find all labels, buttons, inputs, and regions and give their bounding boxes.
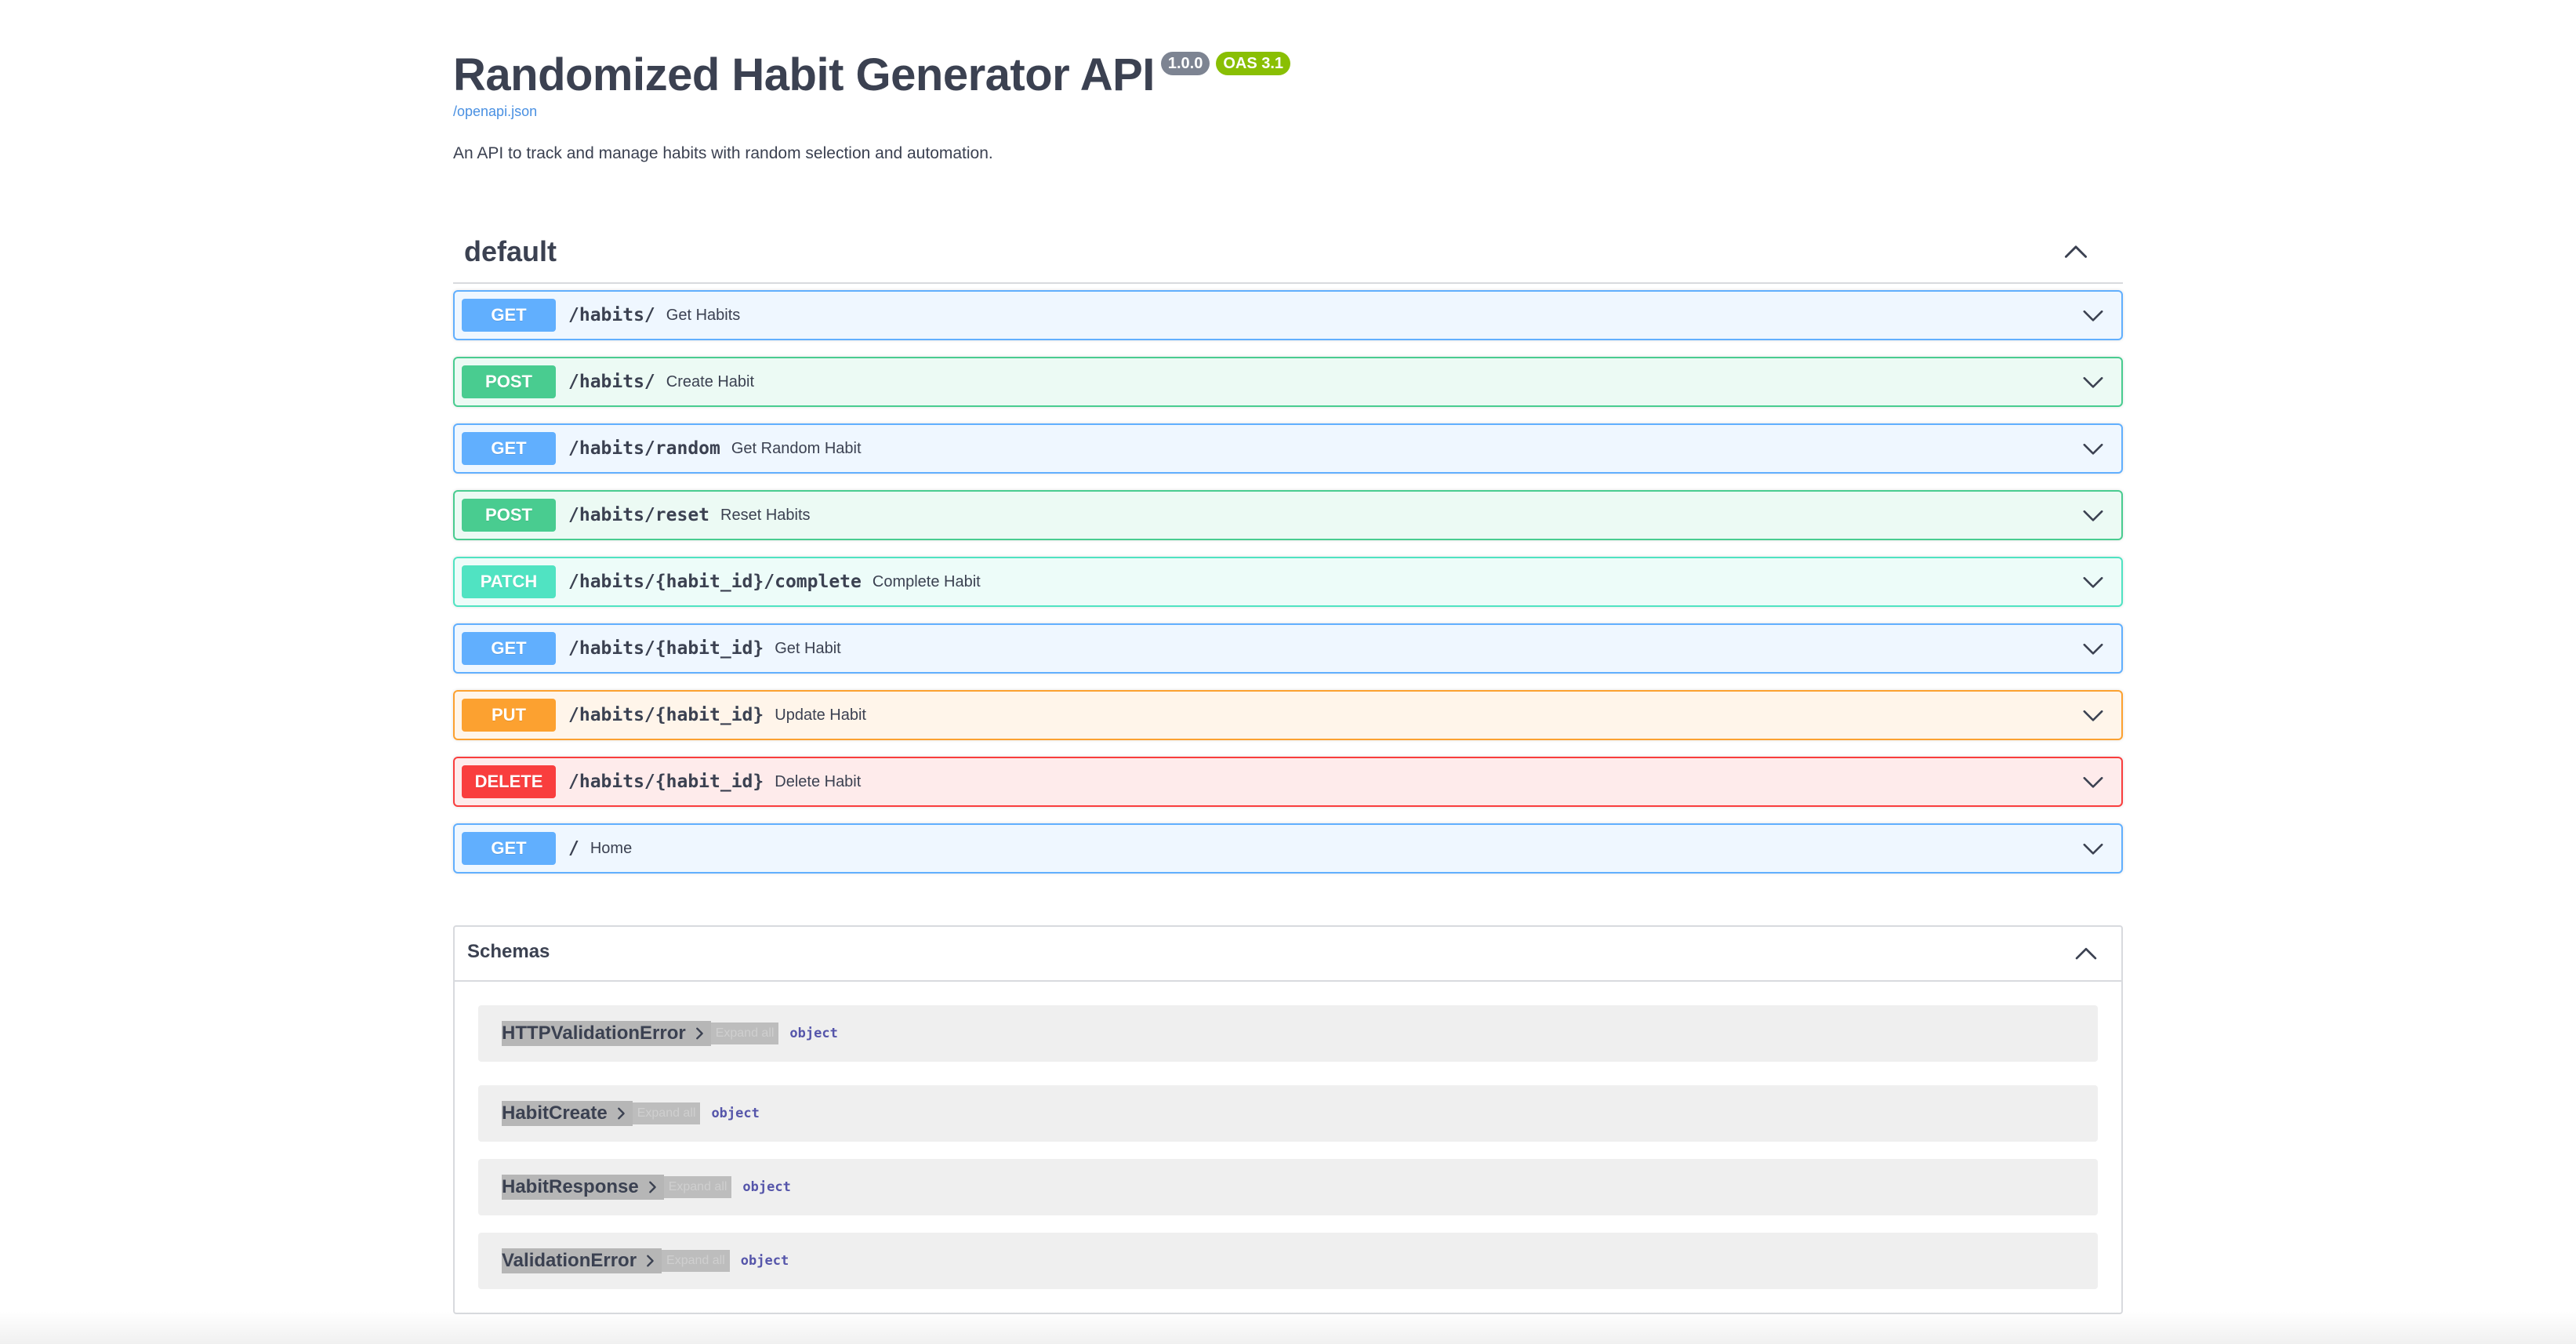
expand-all-button[interactable]: Expand all	[710, 1023, 779, 1044]
operation-summary: Get Habits	[666, 307, 741, 324]
chevron-down-icon[interactable]	[2081, 836, 2106, 861]
operation-put[interactable]: PUT/habits/{habit_id} Update Habit	[453, 690, 2123, 740]
chevron-down-icon[interactable]	[2081, 769, 2106, 794]
operation-path-group: /habits/{habit_id}/complete Complete Habi…	[568, 558, 981, 605]
operation-path-group: /habits/{habit_id} Delete Habit	[568, 758, 861, 805]
operation-path: /habits/reset	[568, 505, 710, 525]
version-badge: 1.0.0	[1160, 52, 1210, 75]
method-badge: POST	[462, 365, 556, 398]
chevron-down-icon[interactable]	[2081, 569, 2106, 594]
model-name: HabitCreate	[502, 1102, 608, 1124]
operation-summary: Get Habit	[775, 640, 841, 657]
schema-model[interactable]: HabitResponse Expand all object	[478, 1159, 2098, 1215]
operation-path: /habits/{habit_id}/complete	[568, 572, 862, 592]
operation-delete[interactable]: DELETE/habits/{habit_id} Delete Habit	[453, 757, 2123, 807]
schema-model[interactable]: HTTPValidationError Expand all object	[478, 1005, 2098, 1062]
api-description: An API to track and manage habits with r…	[453, 144, 993, 162]
operation-path: /habits/random	[568, 438, 720, 459]
chevron-right-icon	[695, 1027, 703, 1040]
chevron-down-icon[interactable]	[2081, 436, 2106, 461]
operation-summary: Update Habit	[775, 707, 866, 724]
bottom-shadow	[0, 1311, 2576, 1344]
model-name-button[interactable]: HTTPValidationError	[502, 1021, 711, 1046]
operation-summary: Delete Habit	[775, 773, 862, 790]
operation-path-group: /habits/reset Reset Habits	[568, 492, 811, 539]
operation-get[interactable]: GET/habits/Get Habits	[453, 290, 2123, 340]
model-header: HabitCreate Expand all object	[502, 1101, 760, 1126]
operations-list: GET/habits/Get Habits POST/habits/Create …	[453, 290, 2123, 890]
method-badge: GET	[462, 432, 556, 465]
swagger-page: Randomized Habit Generator API 1.0.0 OAS…	[0, 0, 2576, 1344]
operation-path: /habits/	[568, 305, 655, 325]
chevron-right-icon	[647, 1255, 654, 1267]
schemas-section: Schemas HTTPValidationError Expand all obj…	[453, 925, 2123, 1314]
oas-badge: OAS 3.1	[1216, 52, 1291, 75]
expand-all-button[interactable]: Expand all	[632, 1102, 701, 1124]
chevron-down-icon[interactable]	[2081, 303, 2106, 328]
schema-model[interactable]: ValidationError Expand all object	[478, 1233, 2098, 1289]
operation-path: /habits/{habit_id}	[568, 638, 764, 659]
operation-summary: Complete Habit	[872, 573, 981, 590]
operation-path: /	[568, 838, 579, 859]
operation-post[interactable]: POST/habits/Create Habit	[453, 357, 2123, 407]
operation-path-group: /habits/{habit_id} Get Habit	[568, 625, 841, 672]
page-title: Randomized Habit Generator API	[453, 49, 1155, 100]
method-badge: GET	[462, 299, 556, 332]
chevron-up-icon[interactable]	[2062, 238, 2090, 267]
operation-get[interactable]: GET / Home	[453, 823, 2123, 874]
operation-path: /habits/{habit_id}	[568, 772, 764, 792]
operation-summary: Reset Habits	[720, 507, 811, 524]
chevron-down-icon[interactable]	[2081, 636, 2106, 661]
chevron-right-icon	[617, 1107, 625, 1120]
chevron-right-icon	[648, 1181, 656, 1193]
tag-section-header[interactable]: default	[453, 227, 2123, 284]
method-badge: POST	[462, 499, 556, 532]
operation-get[interactable]: GET/habits/{habit_id} Get Habit	[453, 623, 2123, 674]
operation-patch[interactable]: PATCH/habits/{habit_id}/complete Complete…	[453, 557, 2123, 607]
model-name-button[interactable]: ValidationError	[502, 1248, 662, 1273]
model-header: ValidationError Expand all object	[502, 1248, 789, 1273]
method-badge: GET	[462, 832, 556, 865]
model-header: HabitResponse Expand all object	[502, 1175, 791, 1200]
operation-path: /habits/{habit_id}	[568, 705, 764, 725]
operation-summary: Get Random Habit	[731, 440, 862, 457]
operation-path-group: /habits/Create Habit	[568, 358, 754, 405]
model-type: object	[711, 1106, 760, 1121]
model-type: object	[740, 1253, 789, 1269]
operation-post[interactable]: POST/habits/reset Reset Habits	[453, 490, 2123, 540]
method-badge: DELETE	[462, 765, 556, 798]
method-badge: GET	[462, 632, 556, 665]
operation-summary: Home	[590, 840, 633, 857]
operation-path-group: /habits/random Get Random Habit	[568, 425, 862, 472]
schemas-header[interactable]: Schemas	[455, 927, 2121, 982]
operation-path: /habits/	[568, 372, 655, 392]
operation-summary: Create Habit	[666, 373, 755, 390]
chevron-down-icon[interactable]	[2081, 369, 2106, 394]
model-type: object	[789, 1026, 838, 1041]
expand-all-button[interactable]: Expand all	[663, 1176, 732, 1198]
operation-get[interactable]: GET/habits/random Get Random Habit	[453, 423, 2123, 474]
model-name: ValidationError	[502, 1250, 637, 1271]
model-name: HTTPValidationError	[502, 1023, 686, 1044]
model-name-button[interactable]: HabitCreate	[502, 1101, 633, 1126]
schemas-title: Schemas	[467, 941, 550, 962]
operation-path-group: /habits/{habit_id} Update Habit	[568, 692, 866, 739]
title-row: Randomized Habit Generator API 1.0.0 OAS…	[453, 47, 1291, 104]
method-badge: PUT	[462, 699, 556, 732]
operation-path-group: / Home	[568, 825, 632, 872]
chevron-down-icon[interactable]	[2081, 703, 2106, 728]
schema-model[interactable]: HabitCreate Expand all object	[478, 1085, 2098, 1142]
model-name: HabitResponse	[502, 1176, 639, 1197]
operation-path-group: /habits/Get Habits	[568, 292, 740, 339]
method-badge: PATCH	[462, 565, 556, 598]
openapi-json-link[interactable]: /openapi.json	[453, 104, 537, 120]
expand-all-button[interactable]: Expand all	[662, 1250, 730, 1272]
chevron-up-icon[interactable]	[2073, 941, 2099, 968]
model-name-button[interactable]: HabitResponse	[502, 1175, 664, 1200]
tag-title: default	[464, 235, 557, 267]
model-type: object	[742, 1179, 791, 1195]
chevron-down-icon[interactable]	[2081, 503, 2106, 528]
model-header: HTTPValidationError Expand all object	[502, 1021, 838, 1046]
